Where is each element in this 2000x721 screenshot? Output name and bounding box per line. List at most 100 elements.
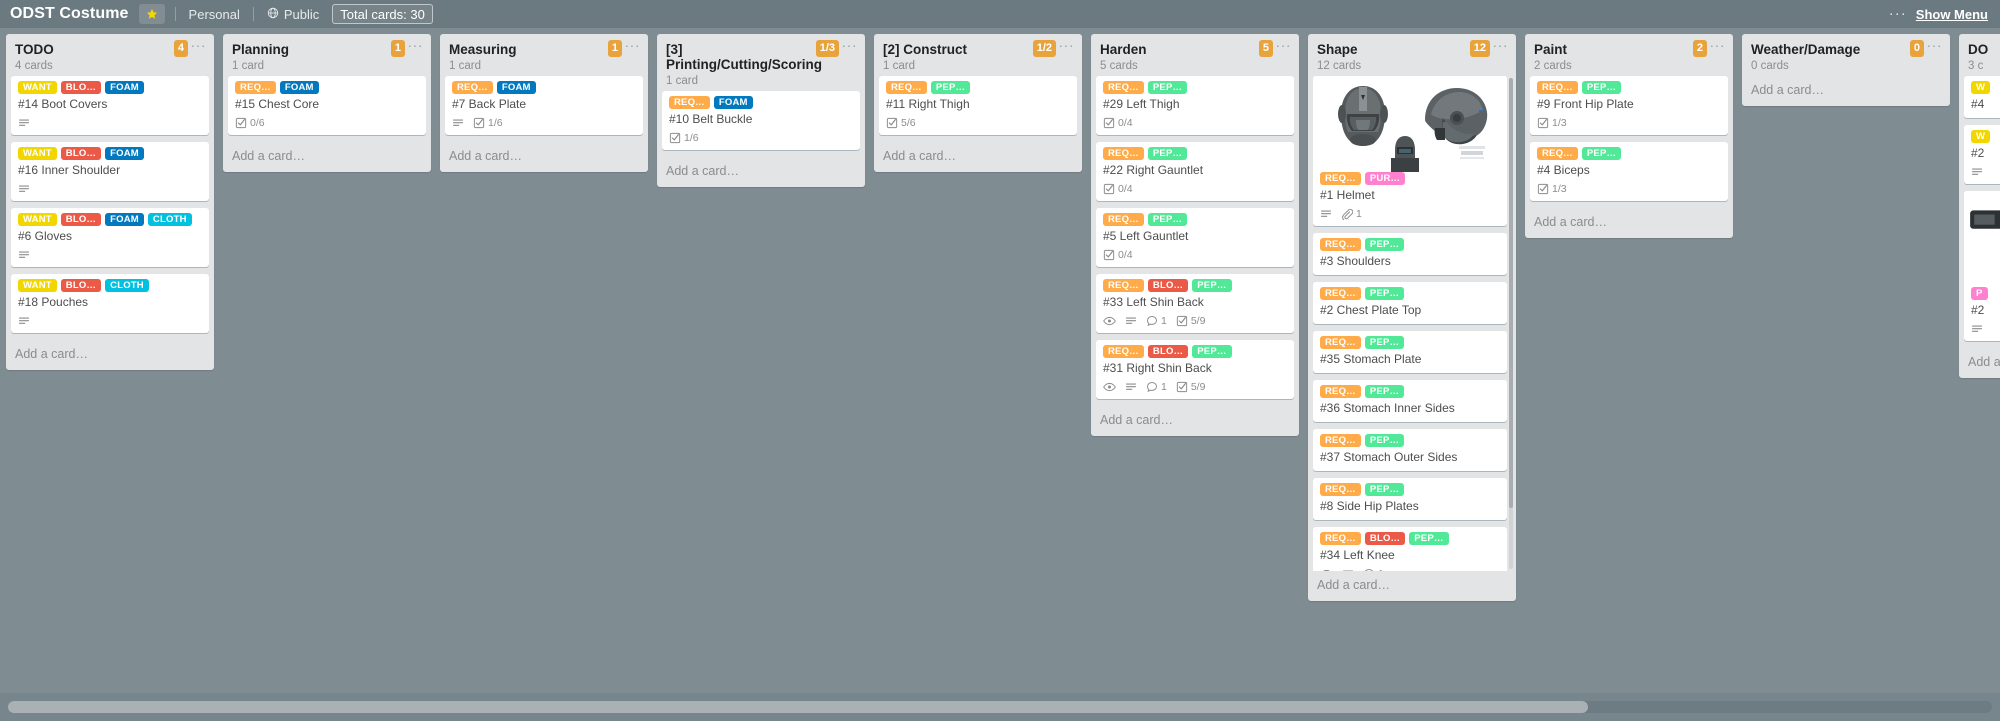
card-label[interactable]: PEP… [1192,279,1232,292]
card-label[interactable]: FOAM [713,96,753,109]
card-label[interactable]: REQ… [1320,483,1361,496]
scrollbar-thumb[interactable] [8,701,1588,713]
card[interactable]: W #4 [1964,76,2000,118]
card[interactable]: REQ… PEP… #29 Left Thigh 0/4 [1096,76,1294,135]
card-title[interactable]: #22 Right Gauntlet [1103,163,1287,178]
card[interactable]: REQ… PEP… #9 Front Hip Plate 1/3 [1530,76,1728,135]
board-canvas[interactable]: TODO 4 cards 4 ··· WANT BLO… FOAM #14 Boot Cove… [0,28,2000,693]
list-title[interactable]: DO [1968,42,2000,57]
card-label[interactable]: WANT [18,147,57,160]
card[interactable]: WANT BLO… FOAM #14 Boot Covers [11,76,209,135]
list-cards-container[interactable]: REQ… PEP… #29 Left Thigh 0/4 REQ… PEP… #22 Rig… [1091,76,1299,406]
card-label[interactable]: BLO… [60,279,102,292]
card-label[interactable]: WANT [18,279,57,292]
list-scrollbar-thumb[interactable] [1509,78,1513,508]
card-title[interactable]: #10 Belt Buckle [669,112,853,127]
add-card-button[interactable]: Add a card… [1742,76,1950,106]
list-menu-icon[interactable]: ··· [625,38,641,52]
card-title[interactable]: #2 [1971,303,2000,318]
card-label[interactable]: REQ… [1103,81,1144,94]
card-label[interactable]: REQ… [1320,287,1361,300]
card-label[interactable]: WANT [18,213,57,226]
list-menu-icon[interactable]: ··· [842,38,858,52]
card-label[interactable]: BLO… [1147,345,1189,358]
list-menu-icon[interactable]: ··· [408,38,424,52]
card-label[interactable]: REQ… [1320,532,1361,545]
card-label[interactable]: PEP… [1364,434,1405,447]
card-label[interactable]: PEP… [1364,287,1405,300]
card-label[interactable]: REQ… [1103,213,1144,226]
show-menu-link[interactable]: Show Menu [1916,7,1988,22]
list-todo[interactable]: TODO 4 cards 4 ··· WANT BLO… FOAM #14 Boot Cove… [6,34,214,370]
card[interactable]: REQ… PEP… #3 Shoulders [1313,233,1507,275]
card-title[interactable]: #18 Pouches [18,295,202,310]
card-title[interactable]: #11 Right Thigh [886,97,1070,112]
card[interactable]: REQ… FOAM #7 Back Plate 1/6 [445,76,643,135]
card-title[interactable]: #3 Shoulders [1320,254,1500,269]
card-title[interactable]: #2 [1971,146,2000,161]
card[interactable]: REQ…BLO…PEP… #34 Left Knee 1 [1313,527,1507,571]
card-title[interactable]: #1 Helmet [1320,188,1500,203]
list-paint[interactable]: Paint 2 cards 2 ··· REQ… PEP… #9 Front Hip Pla… [1525,34,1733,238]
board-title[interactable]: ODST Costume [10,5,129,23]
card-label[interactable]: REQ… [1537,147,1578,160]
card-label[interactable]: PEP… [1409,532,1449,545]
card-label[interactable]: REQ… [235,81,276,94]
card-cover-image[interactable] [1964,191,2000,287]
card[interactable]: REQ… PEP… #22 Right Gauntlet 0/4 [1096,142,1294,201]
card-label[interactable]: REQ… [1320,434,1361,447]
add-card-button[interactable]: Add a card… [1959,348,2000,378]
card-label[interactable]: PEP… [1192,345,1232,358]
card[interactable]: REQ… PEP… #8 Side Hip Plates [1313,478,1507,520]
visibility-button[interactable]: Public [260,4,326,24]
list-menu-icon[interactable]: ··· [1927,38,1943,52]
card[interactable]: REQ… PEP… #37 Stomach Outer Sides [1313,429,1507,471]
list-cards-container[interactable]: REQ… PUR… #1 Helmet 1 REQ… PEP… #3 Shoulders RE… [1308,76,1516,571]
card-title[interactable]: #29 Left Thigh [1103,97,1287,112]
card[interactable]: P #2 [1964,191,2000,341]
card-label[interactable]: REQ… [669,96,710,109]
card[interactable]: REQ… PEP… #35 Stomach Plate [1313,331,1507,373]
card[interactable]: REQ… PEP… #4 Biceps 1/3 [1530,142,1728,201]
card[interactable]: REQ… PEP… #2 Chest Plate Top [1313,282,1507,324]
card-label[interactable]: PUR… [1364,172,1406,185]
card-label[interactable]: W [1971,130,1991,143]
card-label[interactable]: PEP… [1364,336,1405,349]
card[interactable]: WANT BLO… FOAM #16 Inner Shoulder [11,142,209,201]
list-menu-icon[interactable]: ··· [1493,38,1509,52]
card[interactable]: W #2 [1964,125,2000,184]
card-label[interactable]: REQ… [1537,81,1578,94]
card-label[interactable]: CLOTH [105,279,149,292]
card[interactable]: REQ… PEP… #36 Stomach Inner Sides [1313,380,1507,422]
card-label[interactable]: PEP… [1147,81,1188,94]
card-title[interactable]: #31 Right Shin Back [1103,361,1287,376]
card-label[interactable]: FOAM [279,81,319,94]
card-title[interactable]: #14 Boot Covers [18,97,202,112]
card-title[interactable]: #4 [1971,97,2000,112]
card[interactable]: REQ… BLO… PEP… #31 Right Shin Back 1 5/9 [1096,340,1294,399]
list-weather-damage[interactable]: Weather/Damage 0 cards 0 ··· Add a card… [1742,34,1950,106]
card-title[interactable]: #2 Chest Plate Top [1320,303,1500,318]
card[interactable]: REQ… PEP… #11 Right Thigh 5/6 [879,76,1077,135]
card-label[interactable]: PEP… [1581,147,1622,160]
list-planning[interactable]: Planning 1 card 1 ··· REQ… FOAM #15 Chest Core… [223,34,431,172]
list-menu-icon[interactable]: ··· [191,38,207,52]
card[interactable]: REQ… PEP… #5 Left Gauntlet 0/4 [1096,208,1294,267]
card-label[interactable]: BLO… [1364,532,1406,545]
card-title[interactable]: #15 Chest Core [235,97,419,112]
list-measuring[interactable]: Measuring 1 card 1 ··· REQ… FOAM #7 Back Plate… [440,34,648,172]
card[interactable]: WANT BLO… CLOTH #18 Pouches [11,274,209,333]
card-label[interactable]: REQ… [1103,345,1144,358]
card[interactable]: REQ… FOAM #15 Chest Core 0/6 [228,76,426,135]
star-button[interactable] [138,4,165,24]
card-title[interactable]: #35 Stomach Plate [1320,352,1500,367]
card-label[interactable]: BLO… [1147,279,1189,292]
card-title[interactable]: #6 Gloves [18,229,202,244]
card-label[interactable]: PEP… [1364,238,1405,251]
list-menu-icon[interactable]: ··· [1276,38,1292,52]
list-cards-container[interactable]: W #4 W #2 P #2 [1959,76,2000,348]
card-title[interactable]: #8 Side Hip Plates [1320,499,1500,514]
list-2-construct[interactable]: [2] Construct 1 card 1/2 ··· REQ… PEP… #11 Rig… [874,34,1082,172]
card-title[interactable]: #16 Inner Shoulder [18,163,202,178]
list-cards-container[interactable]: REQ… PEP… #11 Right Thigh 5/6 [874,76,1082,142]
